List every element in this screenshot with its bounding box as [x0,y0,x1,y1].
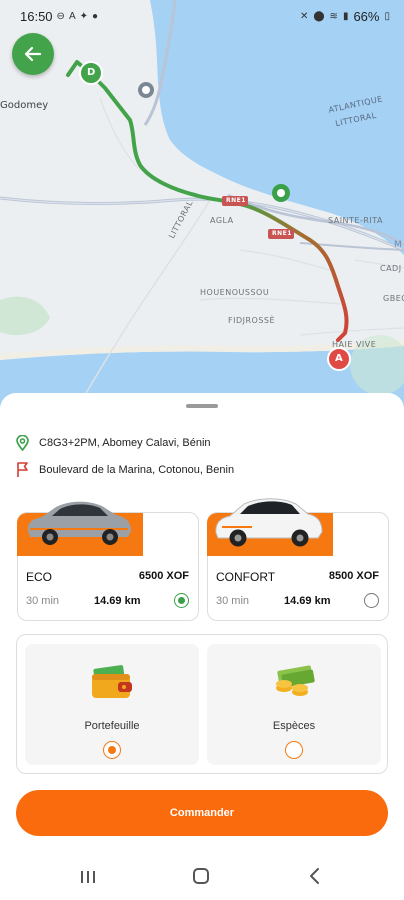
order-button[interactable]: Commander [16,790,388,836]
map-label-fidjrosse: FIDJROSSÈ [228,316,276,325]
map-view[interactable]: Godomey ATLANTIQUE LITTORAL LITTORAL AGL… [0,0,404,410]
back-nav-icon[interactable] [308,867,322,885]
map-label-agla: AGLA [210,216,234,225]
a-notification-icon: A [68,10,76,22]
cash-icon [276,665,315,696]
back-button[interactable] [12,33,54,75]
bird-icon: ✦ [79,10,88,22]
mute-icon: ✕ [299,10,309,22]
road-shield-rne1-b: RNE1 [272,230,292,237]
destination-address-text: Boulevard de la Marina, Cotonou, Benin [39,464,235,476]
home-icon[interactable] [193,868,209,884]
payment-methods: Portefeuille Espèces [16,634,388,774]
car-eco-image [27,501,131,545]
battery-percent: 66% [353,8,380,24]
payment-radio-wallet[interactable] [103,741,121,759]
vehicle-radio-eco[interactable] [174,593,189,608]
location-pin-icon [16,435,29,451]
pickup-address[interactable]: C8G3+2PM, Abomey Calavi, Bénin [16,435,211,451]
flag-icon [17,462,28,477]
payment-label: Portefeuille [84,720,140,732]
car-confort-image [215,498,323,547]
payment-option-wallet[interactable]: Portefeuille [25,644,199,765]
status-time: 16:50 [20,8,53,24]
vehicle-distance: 14.69 km [284,595,331,607]
road-shield-rne1-a: RNE1 [226,197,246,204]
destination-address[interactable]: Boulevard de la Marina, Cotonou, Benin [16,462,234,478]
pickup-address-text: C8G3+2PM, Abomey Calavi, Bénin [39,437,211,449]
map-label-cadj: CADJ [380,264,402,273]
status-bar: 16:50 ⊖ A ✦ ● ✕ ⬤ ≋ ▮ 66% ▯ [0,0,404,32]
map-label-godomey: Godomey [0,100,49,111]
marker-a-label: A [335,353,343,364]
signal-icon: ▮ [342,10,349,22]
wifi-icon: ≋ [329,10,338,22]
recent-apps-icon[interactable] [80,869,96,885]
payment-option-cash[interactable]: Espèces [207,644,381,765]
location-icon: ⬤ [313,10,325,22]
arrow-left-icon [24,46,42,62]
booking-sheet: C8G3+2PM, Abomey Calavi, Bénin Boulevard… [0,393,404,900]
payment-label: Espèces [272,720,316,732]
vehicle-duration: 30 min [216,595,250,607]
vehicle-price: 6500 XOF [138,570,189,582]
map-label-gbeg: GBEG [383,294,404,303]
vehicle-name: ECO [26,570,53,584]
vehicle-card-eco[interactable]: ECO 6500 XOF 30 min 14.69 km [17,501,199,621]
minus-circle-icon: ⊖ [56,10,65,22]
map-label-houenoussou: HOUENOUSSOU [200,288,270,297]
payment-radio-cash[interactable] [285,741,303,759]
whatsapp-icon: ● [92,10,99,22]
map-label-m: M [394,240,403,250]
system-nav-bar [0,857,404,900]
sheet-drag-handle[interactable] [186,404,218,408]
vehicle-card-confort[interactable]: CONFORT 8500 XOF 30 min 14.69 km [207,498,389,621]
map-label-sainte-rita: SAINTE-RITA [328,216,384,225]
battery-icon: ▯ [384,10,390,22]
vehicle-radio-confort[interactable] [364,593,379,608]
vehicle-price: 8500 XOF [328,570,379,582]
map-label-haie-vive: HAIE VIVE [332,340,377,349]
vehicle-name: CONFORT [216,570,276,584]
vehicle-distance: 14.69 km [94,595,141,607]
vehicle-duration: 30 min [26,595,60,607]
wallet-icon [92,665,132,698]
marker-d-label: D [87,67,96,78]
